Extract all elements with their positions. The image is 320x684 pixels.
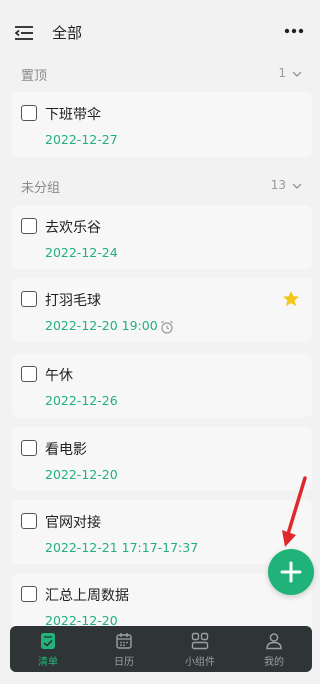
task-date: 2022-12-20 19:00	[45, 318, 158, 333]
task-checkbox[interactable]	[21, 513, 37, 529]
section-title: 未分组	[21, 181, 61, 196]
task-checkbox[interactable]	[21, 105, 37, 121]
task-card[interactable]: 午休 2022-12-26	[12, 353, 312, 417]
section-count: 1	[278, 66, 286, 80]
task-checkbox[interactable]	[21, 440, 37, 456]
task-date: 2022-12-27	[45, 132, 118, 147]
section-title: 置顶	[21, 69, 48, 84]
chevron-down-icon[interactable]	[292, 69, 302, 79]
task-date: 2022-12-24	[45, 245, 118, 260]
tab-profile[interactable]: 我的	[236, 626, 312, 672]
task-name: 看电影	[45, 442, 87, 458]
task-card[interactable]: 看电影 2022-12-20	[12, 427, 312, 491]
task-card[interactable]: 下班带伞 2022-12-27	[12, 92, 312, 157]
task-name: 午休	[45, 368, 73, 384]
tab-label: 小组件	[185, 657, 215, 668]
task-checkbox[interactable]	[21, 366, 37, 382]
task-name: 下班带伞	[45, 107, 101, 123]
task-name: 汇总上周数据	[45, 588, 129, 604]
task-date: 2022-12-26	[45, 393, 118, 408]
page-title: 全部	[52, 24, 83, 42]
section-header-pinned[interactable]: 置顶 1	[0, 62, 320, 86]
chevron-down-icon[interactable]	[292, 181, 302, 191]
task-checkbox[interactable]	[21, 586, 37, 602]
bottom-nav: 清单 日历 小组件 我的	[10, 626, 312, 672]
section-count: 13	[270, 178, 286, 192]
star-icon[interactable]	[282, 290, 300, 308]
tab-label: 日历	[114, 657, 134, 668]
widgets-icon	[191, 632, 209, 650]
checklist-icon	[41, 633, 55, 649]
task-card[interactable]: 打羽毛球 2022-12-20 19:00	[12, 278, 312, 342]
task-card[interactable]: 官网对接 2022-12-21 17:17-17:37	[12, 500, 312, 564]
calendar-icon	[116, 633, 132, 649]
add-task-button[interactable]	[268, 549, 314, 595]
task-card[interactable]: 去欢乐谷 2022-12-24	[12, 205, 312, 269]
task-name: 去欢乐谷	[45, 220, 101, 236]
tab-list[interactable]: 清单	[10, 626, 86, 672]
alarm-icon	[161, 320, 173, 334]
top-bar: 全部	[0, 0, 320, 60]
task-date: 2022-12-20	[45, 467, 118, 482]
annotation-arrow	[282, 476, 307, 547]
profile-icon	[266, 633, 282, 650]
task-date: 2022-12-21 17:17-17:37	[45, 540, 199, 555]
more-options-icon[interactable]	[284, 28, 304, 34]
tab-widgets[interactable]: 小组件	[162, 626, 238, 672]
task-checkbox[interactable]	[21, 291, 37, 307]
section-header-ungrouped[interactable]: 未分组 13	[0, 174, 320, 198]
tab-label: 清单	[38, 657, 58, 668]
task-checkbox[interactable]	[21, 218, 37, 234]
menu-icon[interactable]	[14, 25, 34, 41]
tab-calendar[interactable]: 日历	[86, 626, 162, 672]
tab-label: 我的	[264, 657, 284, 668]
task-name: 官网对接	[45, 515, 101, 531]
plus-icon	[280, 561, 302, 583]
task-name: 打羽毛球	[45, 293, 101, 309]
